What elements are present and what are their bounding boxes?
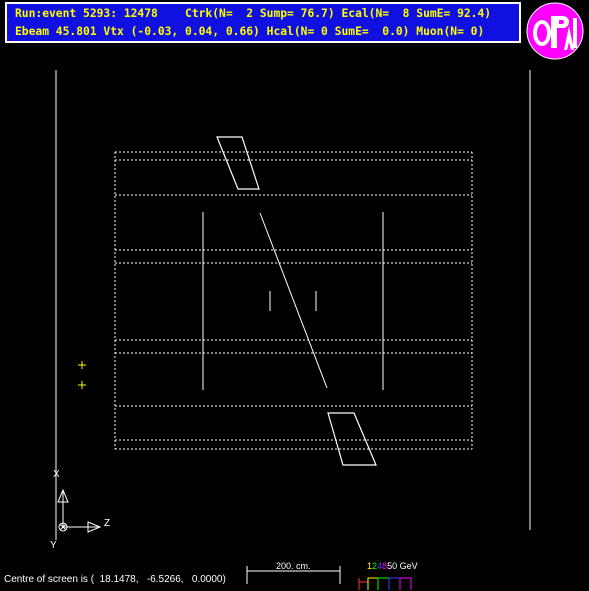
energy-value-50gev: 50 GeV <box>387 561 418 571</box>
screen-centre-readout: Centre of screen is ( 18.1478, -6.5266, … <box>4 574 226 585</box>
axis-label-x: X <box>53 469 60 480</box>
ecal-cluster-bottom <box>327 412 377 466</box>
axis-label-y: Y <box>50 540 57 551</box>
yellow-markers <box>78 361 86 389</box>
energy-legend: 124850 GeV <box>367 561 418 571</box>
axis-triad <box>55 478 102 540</box>
scale-label: 200. cm. <box>276 561 311 571</box>
event-display-canvas <box>55 70 531 590</box>
energy-legend-bars <box>358 577 412 590</box>
ecal-cluster-top <box>216 136 260 190</box>
axis-label-z: Z <box>104 518 111 529</box>
